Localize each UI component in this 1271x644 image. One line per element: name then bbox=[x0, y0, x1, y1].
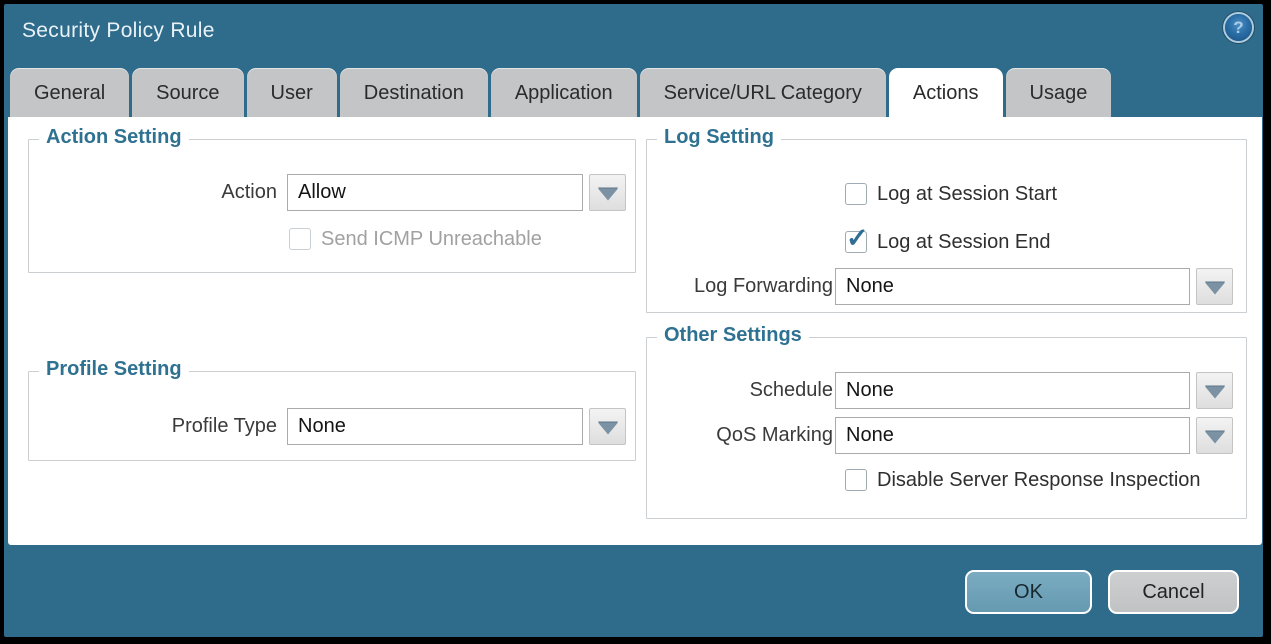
chevron-down-icon bbox=[598, 422, 618, 434]
profile-type-label: Profile Type bbox=[28, 408, 277, 445]
log-at-session-end-label: Log at Session End bbox=[877, 231, 1050, 253]
log-at-session-start-checkbox[interactable]: ✓ bbox=[845, 183, 867, 205]
qos-marking-combobox[interactable]: None bbox=[835, 417, 1190, 454]
profile-setting-legend: Profile Setting bbox=[39, 358, 189, 381]
tab-user[interactable]: User bbox=[247, 68, 337, 117]
chevron-down-icon bbox=[1205, 431, 1225, 443]
action-dropdown-button[interactable] bbox=[589, 174, 626, 211]
tab-general[interactable]: General bbox=[10, 68, 129, 117]
tab-application[interactable]: Application bbox=[491, 68, 637, 117]
chevron-down-icon bbox=[1205, 386, 1225, 398]
log-at-session-end-checkbox[interactable]: ✓ bbox=[845, 231, 867, 253]
log-setting-legend: Log Setting bbox=[657, 126, 781, 149]
qos-marking-dropdown-button[interactable] bbox=[1196, 417, 1233, 454]
log-forwarding-dropdown-button[interactable] bbox=[1196, 268, 1233, 305]
tab-destination[interactable]: Destination bbox=[340, 68, 488, 117]
cancel-button[interactable]: Cancel bbox=[1108, 570, 1239, 614]
security-policy-rule-dialog: Security Policy Rule ? General Source Us… bbox=[4, 4, 1263, 637]
log-forwarding-label: Log Forwarding bbox=[636, 268, 833, 305]
send-icmp-unreachable-checkbox: ✓ bbox=[289, 228, 311, 250]
profile-type-combobox[interactable]: None bbox=[287, 408, 583, 445]
schedule-dropdown-button[interactable] bbox=[1196, 372, 1233, 409]
other-settings-legend: Other Settings bbox=[657, 324, 809, 347]
action-combobox[interactable]: Allow bbox=[287, 174, 583, 211]
tab-source[interactable]: Source bbox=[132, 68, 243, 117]
qos-marking-label: QoS Marking bbox=[636, 417, 833, 454]
help-icon[interactable]: ? bbox=[1225, 14, 1252, 41]
check-icon: ✓ bbox=[846, 225, 869, 252]
tab-service-url-category[interactable]: Service/URL Category bbox=[640, 68, 886, 117]
actions-tab-panel: Action Setting Action Allow ✓ Send ICMP … bbox=[8, 117, 1262, 545]
schedule-label: Schedule bbox=[636, 372, 833, 409]
tab-usage[interactable]: Usage bbox=[1006, 68, 1112, 117]
chevron-down-icon bbox=[598, 188, 618, 200]
profile-type-dropdown-button[interactable] bbox=[589, 408, 626, 445]
disable-server-response-inspection-label: Disable Server Response Inspection bbox=[877, 469, 1201, 491]
tab-actions[interactable]: Actions bbox=[889, 68, 1003, 117]
log-at-session-start-label: Log at Session Start bbox=[877, 183, 1057, 205]
disable-server-response-inspection-checkbox[interactable]: ✓ bbox=[845, 469, 867, 491]
send-icmp-unreachable-label: Send ICMP Unreachable bbox=[321, 228, 542, 250]
ok-button[interactable]: OK bbox=[965, 570, 1092, 614]
tab-bar: General Source User Destination Applicat… bbox=[10, 68, 1111, 117]
action-label: Action bbox=[28, 174, 277, 211]
chevron-down-icon bbox=[1205, 282, 1225, 294]
schedule-combobox[interactable]: None bbox=[835, 372, 1190, 409]
dialog-title: Security Policy Rule bbox=[22, 19, 215, 43]
log-forwarding-combobox[interactable]: None bbox=[835, 268, 1190, 305]
action-setting-legend: Action Setting bbox=[39, 126, 189, 149]
